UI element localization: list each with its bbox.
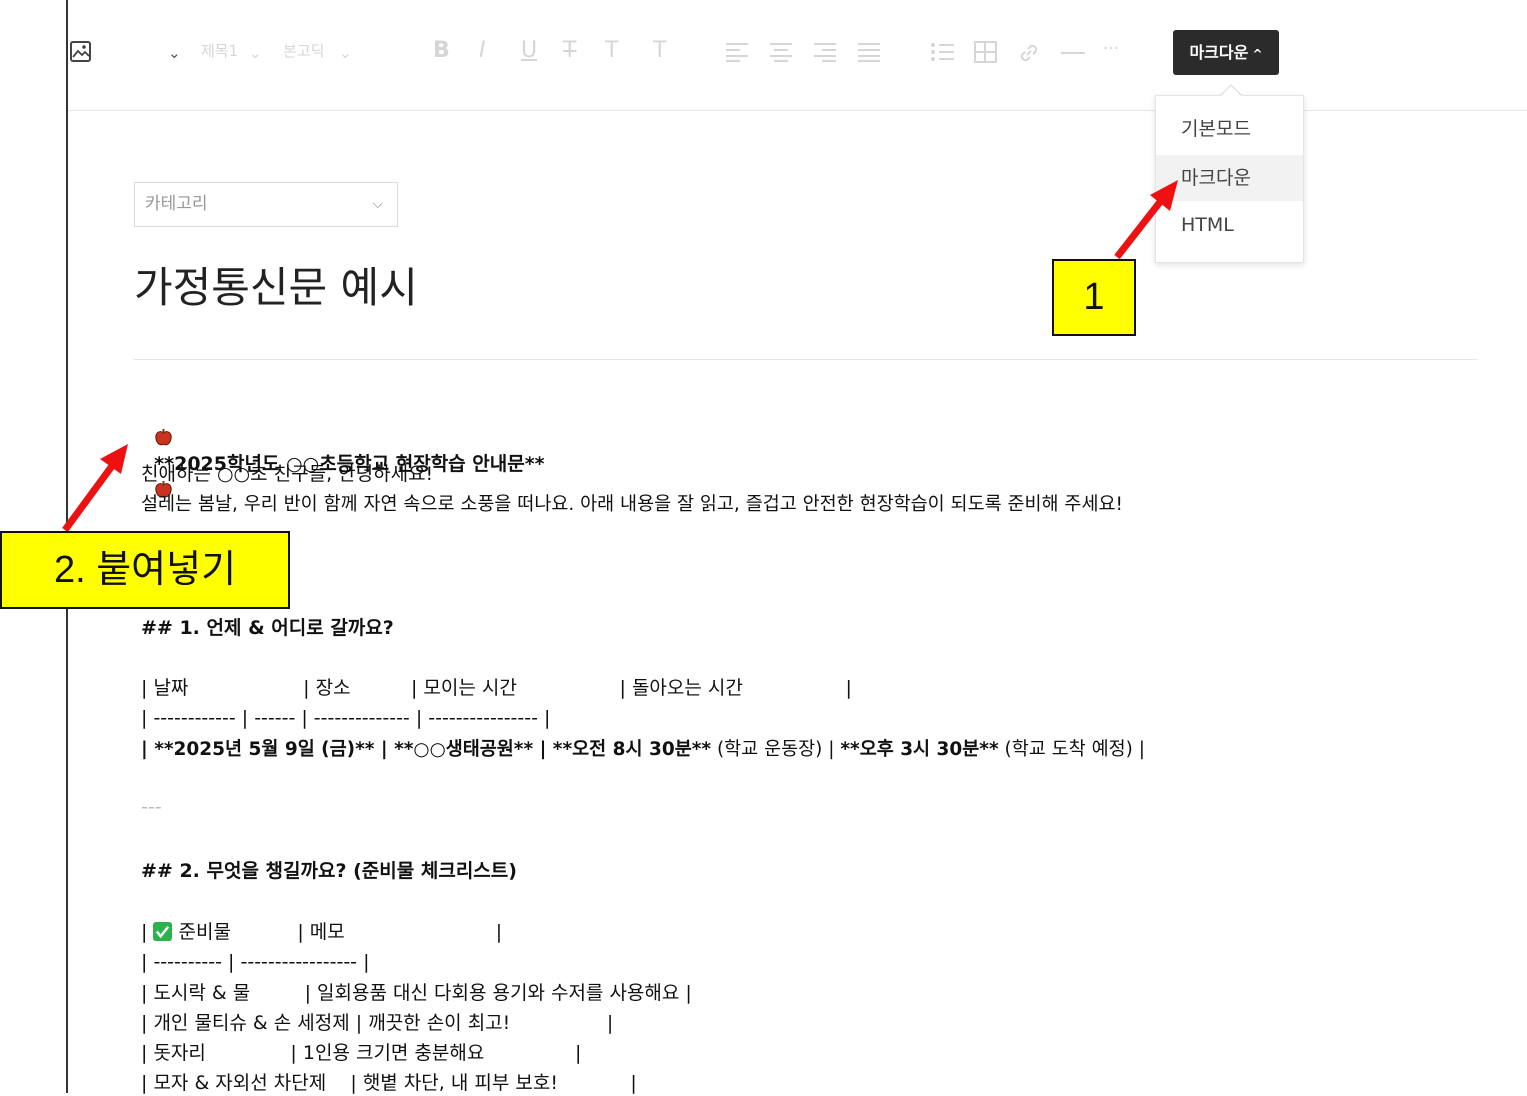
italic-icon[interactable]: I <box>479 38 486 64</box>
align-left-icon[interactable] <box>726 42 748 62</box>
heading-select[interactable]: 제목1 <box>201 38 238 64</box>
table2-row[interactable]: | 돗자리 | 1인용 크기면 충분해요 | <box>141 1040 581 1066</box>
chevron-down-icon: ⌵ <box>372 196 383 212</box>
post-title[interactable]: 가정통신문 예시 <box>134 258 418 318</box>
horizontal-rule-icon[interactable] <box>1061 51 1085 55</box>
title-divider <box>134 359 1477 360</box>
table1-row-bold-2: **오후 3시 30분** <box>840 739 999 760</box>
strikethrough-icon[interactable]: T <box>563 38 576 64</box>
heading-chevron-icon: ⌄ <box>249 44 262 62</box>
callout-step-2: 2. 붙여넣기 <box>0 531 290 609</box>
mode-option-html[interactable]: HTML <box>1156 202 1303 248</box>
bullet-list-icon[interactable] <box>930 42 954 62</box>
text-color-icon[interactable]: T <box>605 38 618 64</box>
background-color-icon[interactable]: T <box>653 38 666 64</box>
table2-header[interactable]: | 준비물 | 메모 | <box>141 919 502 945</box>
table1-row-bold-1: | **2025년 5월 9일 (금)** | **○○생태공원** | **오… <box>141 739 712 760</box>
section1-heading[interactable]: ## 1. 언제 & 어디로 갈까요? <box>141 615 394 641</box>
table1-row[interactable]: | **2025년 5월 9일 (금)** | **○○생태공원** | **오… <box>141 737 1145 763</box>
mode-option-basic[interactable]: 기본모드 <box>1156 106 1303 152</box>
editor-mode-button[interactable]: 마크다운 ^ <box>1173 30 1279 75</box>
font-chevron-icon: ⌄ <box>339 44 352 62</box>
section2-heading[interactable]: ## 2. 무엇을 챙길까요? (준비물 체크리스트) <box>141 858 517 884</box>
callout-step-1: 1 <box>1052 259 1136 336</box>
more-options-icon[interactable]: ··· <box>1103 36 1119 62</box>
link-icon[interactable] <box>1017 41 1041 65</box>
category-placeholder: 카테고리 <box>145 194 208 214</box>
table2-row[interactable]: | 개인 물티슈 & 손 세정제 | 깨끗한 손이 최고! | <box>141 1010 613 1036</box>
table1-row-plain-2: (학교 도착 예정) | <box>998 739 1145 760</box>
table1-header[interactable]: | 날짜 | 장소 | 모이는 시간 | 돌아오는 시간 | <box>141 675 852 701</box>
image-insert-icon[interactable] <box>70 41 92 63</box>
table2-header-pre: | <box>141 921 154 943</box>
dropdown-caret-inner <box>1221 86 1241 96</box>
mode-option-markdown[interactable]: 마크다운 <box>1156 155 1303 201</box>
align-center-icon[interactable] <box>770 42 792 62</box>
table2-separator[interactable]: | ---------- | ----------------- | <box>141 949 369 975</box>
align-right-icon[interactable] <box>814 42 836 62</box>
table1-separator[interactable]: | ------------ | ------ | --------------… <box>141 705 550 731</box>
table1-row-plain-1: (학교 운동장) | <box>711 739 841 760</box>
body-heading-line[interactable]: **2025학년도 ○○초등학교 현장학습 안내문** <box>141 399 545 503</box>
arrow-to-paste-area <box>62 444 128 533</box>
intro-line[interactable]: 설레는 봄날, 우리 반이 함께 자연 속으로 소풍을 떠나요. 아래 내용을 … <box>141 492 1123 518</box>
checkmark-icon <box>153 922 173 941</box>
chevron-up-icon: ^ <box>1248 47 1263 61</box>
markdown-hr[interactable]: --- <box>141 796 162 818</box>
font-select[interactable]: 본고딕 <box>283 38 324 64</box>
editor-mode-label: 마크다운 <box>1189 43 1249 62</box>
underline-icon[interactable]: U <box>521 38 537 64</box>
image-dropdown-chevron-icon[interactable]: ⌄ <box>168 40 181 66</box>
greeting-line[interactable]: 친애하는 ○○초 친구들, 안녕하세요! <box>141 461 433 487</box>
table2-row[interactable]: | 모자 & 자외선 차단제 | 햇볕 차단, 내 피부 보호! | <box>141 1070 637 1096</box>
apple-emoji-icon <box>155 428 172 446</box>
table2-header-post: 준비물 | 메모 | <box>172 921 503 943</box>
table2-row[interactable]: | 도시락 & 물 | 일회용품 대신 다회용 용기와 수저를 사용해요 | <box>141 980 692 1006</box>
bold-icon[interactable]: B <box>433 38 450 64</box>
editor-mode-dropdown: 기본모드 마크다운 HTML <box>1155 95 1304 263</box>
align-justify-icon[interactable] <box>858 42 880 62</box>
category-select[interactable]: 카테고리 ⌵ <box>134 182 398 227</box>
table-icon[interactable] <box>974 41 997 63</box>
